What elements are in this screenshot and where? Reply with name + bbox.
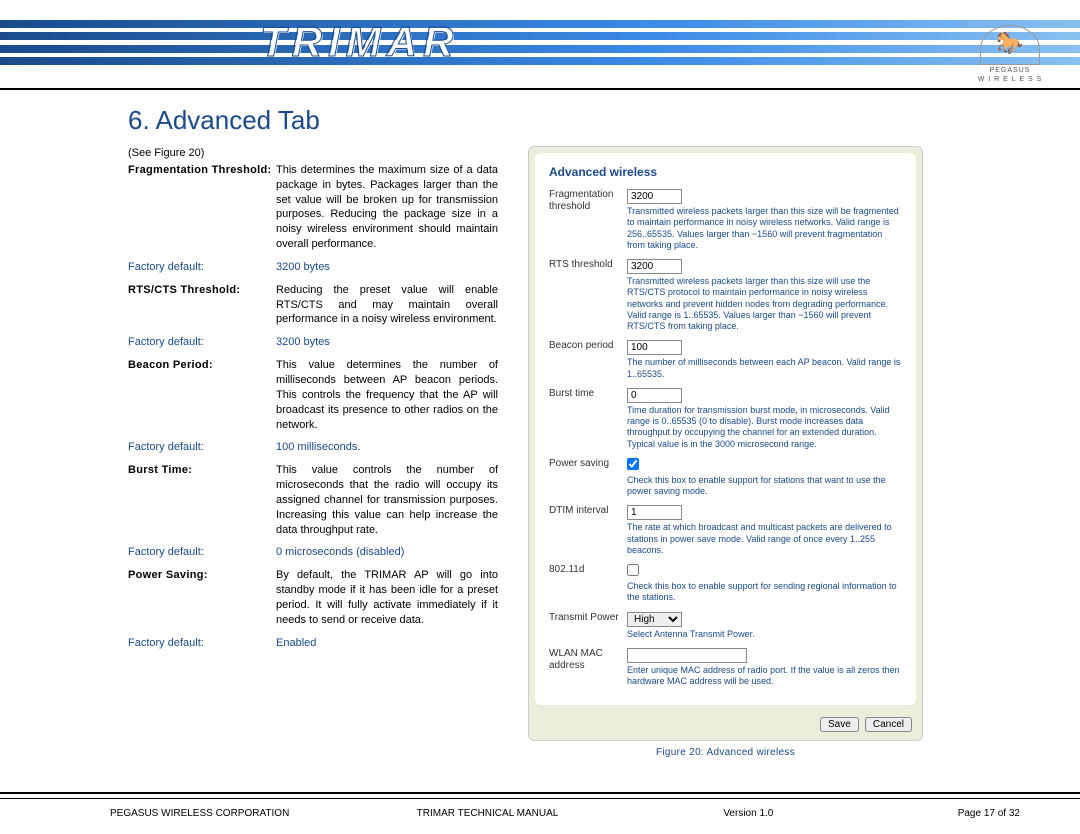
burst-time-row: Burst time Time duration for transmissio…: [549, 388, 902, 450]
beacon-period-desc: This value determines the number of mill…: [276, 358, 498, 432]
80211d-checkbox[interactable]: [627, 564, 639, 576]
transmit-power-field-label: Transmit Power: [549, 612, 627, 624]
brand-logo-text: TRIMAR: [260, 18, 459, 66]
frag-threshold-desc: This determines the maximum size of a da…: [276, 163, 498, 252]
rts-threshold-block: RTS/CTS Threshold: Reducing the preset v…: [128, 283, 498, 328]
figure-column: Advanced wireless Fragmentation threshol…: [528, 146, 923, 758]
power-saving-field-label: Power saving: [549, 458, 627, 470]
80211d-help: Check this box to enable support for sen…: [627, 581, 902, 604]
rts-factory-default: Factory default: 3200 bytes: [128, 335, 498, 350]
beacon-factory-default: Factory default: 100 milliseconds.: [128, 440, 498, 455]
wlan-mac-field-label: WLAN MAC address: [549, 648, 627, 672]
page-content: 6. Advanced Tab (See Figure 20) Fragment…: [128, 105, 953, 758]
beacon-period-row: Beacon period The number of milliseconds…: [549, 340, 902, 380]
pegasus-horse-icon: [980, 25, 1040, 65]
footer-rule-top: [0, 792, 1080, 794]
beacon-period-help: The number of milliseconds between each …: [627, 357, 902, 380]
figure-caption: Figure 20: Advanced wireless: [528, 747, 923, 758]
panel-button-bar: Save Cancel: [529, 711, 922, 740]
footer-rule-bot: [0, 798, 1080, 799]
burst-time-label: Burst Time:: [128, 463, 276, 537]
factory-default-value: 3200 bytes: [276, 335, 330, 350]
rts-threshold-row: RTS threshold Transmitted wireless packe…: [549, 259, 902, 332]
factory-default-value: 0 microseconds (disabled): [276, 545, 404, 560]
frag-threshold-field-label: Fragmentation threshold: [549, 189, 627, 213]
panel-title: Advanced wireless: [549, 165, 902, 179]
burst-time-help: Time duration for transmission burst mod…: [627, 405, 902, 450]
power-saving-desc: By default, the TRIMAR AP will go into s…: [276, 568, 498, 627]
see-figure-note: (See Figure 20): [128, 146, 498, 161]
footer-page: Page 17 of 32: [920, 808, 1020, 819]
factory-default-label: Factory default:: [128, 260, 276, 275]
beacon-period-label: Beacon Period:: [128, 358, 276, 432]
description-column: (See Figure 20) Fragmentation Threshold:…: [128, 146, 498, 758]
80211d-row: 802.11d Check this box to enable support…: [549, 564, 902, 604]
wlan-mac-row: WLAN MAC address Enter unique MAC addres…: [549, 648, 902, 688]
power-saving-label: Power Saving:: [128, 568, 276, 627]
header-rule: [0, 88, 1080, 90]
wlan-mac-input[interactable]: [627, 648, 747, 663]
factory-default-value: 100 milliseconds.: [276, 440, 360, 455]
pegasus-label-1: PEGASUS: [970, 67, 1050, 74]
wlan-mac-help: Enter unique MAC address of radio port. …: [627, 665, 902, 688]
burst-time-block: Burst Time: This value controls the numb…: [128, 463, 498, 537]
power-factory-default: Factory default: Enabled: [128, 636, 498, 651]
frag-threshold-label: Fragmentation Threshold:: [128, 163, 276, 252]
save-button[interactable]: Save: [820, 717, 859, 732]
pegasus-label-2: W I R E L E S S: [970, 76, 1050, 83]
beacon-period-field-label: Beacon period: [549, 340, 627, 352]
factory-default-value: 3200 bytes: [276, 260, 330, 275]
cancel-button[interactable]: Cancel: [865, 717, 912, 732]
rts-threshold-label: RTS/CTS Threshold:: [128, 283, 276, 328]
beacon-period-block: Beacon Period: This value determines the…: [128, 358, 498, 432]
factory-default-label: Factory default:: [128, 545, 276, 560]
burst-time-desc: This value controls the number of micros…: [276, 463, 498, 537]
pegasus-logo: PEGASUS W I R E L E S S: [970, 25, 1050, 85]
power-saving-row: Power saving Check this box to enable su…: [549, 458, 902, 498]
frag-threshold-block: Fragmentation Threshold: This determines…: [128, 163, 498, 252]
frag-threshold-help: Transmitted wireless packets larger than…: [627, 206, 902, 251]
transmit-power-row: Transmit Power High Select Antenna Trans…: [549, 612, 902, 640]
rts-threshold-input[interactable]: [627, 259, 682, 274]
power-saving-help: Check this box to enable support for sta…: [627, 475, 902, 498]
frag-factory-default: Factory default: 3200 bytes: [128, 260, 498, 275]
beacon-period-input[interactable]: [627, 340, 682, 355]
dtim-interval-input[interactable]: [627, 505, 682, 520]
advanced-wireless-panel: Advanced wireless Fragmentation threshol…: [528, 146, 923, 741]
page-header: TRIMAR PEGASUS W I R E L E S S: [0, 0, 1080, 80]
factory-default-value: Enabled: [276, 636, 316, 651]
frag-threshold-input[interactable]: [627, 189, 682, 204]
transmit-power-select[interactable]: High: [627, 612, 682, 627]
page-footer: PEGASUS WIRELESS CORPORATION TRIMAR TECH…: [110, 808, 1020, 819]
footer-company: PEGASUS WIRELESS CORPORATION: [110, 808, 340, 819]
dtim-interval-help: The rate at which broadcast and multicas…: [627, 522, 902, 556]
rts-threshold-field-label: RTS threshold: [549, 259, 627, 271]
transmit-power-help: Select Antenna Transmit Power.: [627, 629, 902, 640]
dtim-interval-row: DTIM interval The rate at which broadcas…: [549, 505, 902, 556]
factory-default-label: Factory default:: [128, 335, 276, 350]
frag-threshold-row: Fragmentation threshold Transmitted wire…: [549, 189, 902, 251]
80211d-field-label: 802.11d: [549, 564, 627, 576]
factory-default-label: Factory default:: [128, 636, 276, 651]
burst-factory-default: Factory default: 0 microseconds (disable…: [128, 545, 498, 560]
power-saving-checkbox[interactable]: [627, 458, 639, 470]
rts-threshold-help: Transmitted wireless packets larger than…: [627, 276, 902, 332]
header-stripes: [0, 20, 1080, 65]
factory-default-label: Factory default:: [128, 440, 276, 455]
burst-time-field-label: Burst time: [549, 388, 627, 400]
footer-version: Version 1.0: [723, 808, 843, 819]
burst-time-input[interactable]: [627, 388, 682, 403]
footer-manual: TRIMAR TECHNICAL MANUAL: [417, 808, 647, 819]
power-saving-block: Power Saving: By default, the TRIMAR AP …: [128, 568, 498, 627]
dtim-interval-field-label: DTIM interval: [549, 505, 627, 517]
page-title: 6. Advanced Tab: [128, 105, 953, 136]
rts-threshold-desc: Reducing the preset value will enable RT…: [276, 283, 498, 328]
